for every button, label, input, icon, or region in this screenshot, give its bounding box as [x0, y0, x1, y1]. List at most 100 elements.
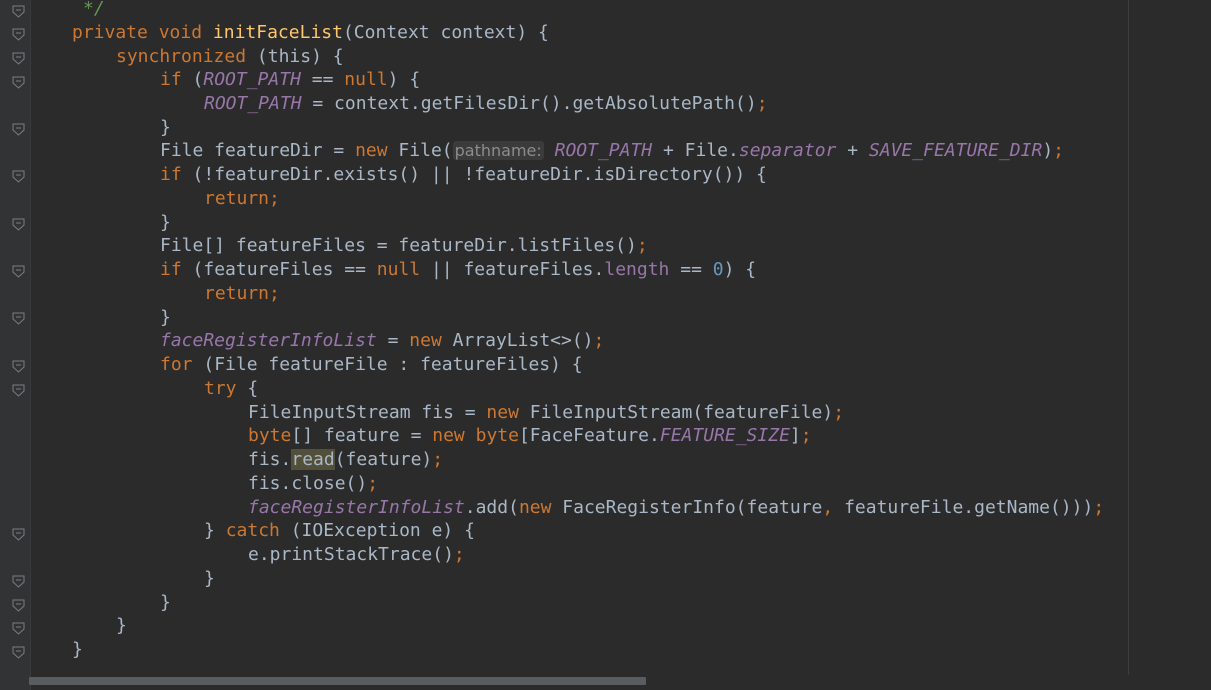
code-token: new [432, 425, 465, 446]
code-token: [] feature = [291, 425, 433, 446]
code-token: ) { [723, 259, 757, 280]
fold-marker-icon[interactable] [12, 5, 25, 18]
code-line-25: } [204, 567, 215, 591]
fold-marker-icon[interactable] [12, 265, 25, 278]
code-token: new [486, 402, 519, 423]
code-token: File featureDir = [160, 140, 356, 161]
right-margin-guide [1128, 0, 1129, 675]
code-token: for [160, 354, 193, 375]
code-token: (this) { [256, 46, 344, 67]
code-token: try [204, 378, 237, 399]
code-line-11: File[] featureFiles = featureDir.listFil… [160, 234, 648, 258]
code-token: byte [248, 425, 292, 446]
fold-marker-icon[interactable] [12, 76, 25, 89]
code-line-27: } [116, 614, 127, 638]
code-token: FileInputStream fis = [248, 402, 487, 423]
fold-marker-icon[interactable] [12, 28, 25, 41]
code-token: ROOT_PATH [203, 69, 301, 90]
fold-marker-icon[interactable] [12, 528, 25, 541]
code-token: new [409, 330, 442, 351]
code-token: [FaceFeature. [518, 425, 660, 446]
fold-marker-icon[interactable] [12, 622, 25, 635]
code-token: ; [453, 544, 465, 565]
code-token: ; [367, 473, 379, 494]
code-token: return [204, 283, 270, 304]
code-line-16: for (File featureFile : featureFiles) { [160, 353, 583, 377]
fold-marker-icon[interactable] [12, 312, 25, 325]
code-token: || featureFiles. [420, 259, 605, 280]
code-line-2: private void initFaceList(Context contex… [72, 21, 549, 45]
code-line-24: e.printStackTrace(); [248, 543, 465, 567]
code-token: File[] featureFiles = featureDir.listFil… [160, 235, 637, 256]
code-token: ArrayList<>() [441, 330, 594, 351]
code-token: FileInputStream(featureFile) [518, 402, 834, 423]
code-line-8: if (!featureDir.exists() || !featureDir.… [160, 163, 767, 187]
fold-marker-icon[interactable] [12, 646, 25, 659]
code-line-6: } [160, 116, 171, 140]
code-token: ] [789, 425, 801, 446]
code-token: fis. [248, 449, 292, 470]
code-token: ; [1053, 140, 1064, 161]
code-token: ROOT_PATH [554, 140, 653, 161]
code-token: (!featureDir.exists() || !featureDir.isD… [181, 164, 767, 185]
code-token: null [376, 259, 421, 280]
code-line-10: } [160, 211, 171, 235]
code-token: if [160, 164, 182, 185]
code-token: faceRegisterInfoList [160, 330, 377, 351]
code-token: faceRegisterInfoList [248, 497, 465, 518]
code-token: ROOT_PATH [204, 93, 302, 114]
code-token: = [376, 330, 410, 351]
code-token: FEATURE_SIZE [659, 425, 790, 446]
fold-marker-icon[interactable] [12, 218, 25, 231]
code-line-26: } [160, 591, 171, 615]
code-line-18: FileInputStream fis = new FileInputStrea… [248, 401, 844, 425]
code-token: ; [269, 188, 280, 209]
code-token: synchronized [116, 46, 247, 67]
code-token: } [160, 117, 171, 138]
code-token: byte [475, 425, 519, 446]
code-token: , [822, 497, 834, 518]
fold-marker-icon[interactable] [12, 360, 25, 373]
code-line-12: if (featureFiles == null || featureFiles… [160, 258, 756, 282]
code-token: ; [432, 449, 444, 470]
code-token: (Context context) { [342, 22, 549, 43]
fold-marker-icon[interactable] [12, 599, 25, 612]
code-line-7: File featureDir = new File(pathname: ROO… [160, 139, 1064, 163]
code-token: } [160, 212, 171, 233]
code-token: null [344, 69, 388, 90]
code-editor[interactable]: */ private void initFaceList(Context con… [31, 0, 1211, 675]
code-token: } [204, 520, 226, 541]
code-token: ; [756, 93, 768, 114]
code-token: if [160, 259, 182, 280]
code-token: + File. [652, 140, 739, 161]
code-token: void [158, 22, 203, 43]
code-line-17: try { [204, 377, 258, 401]
code-token: ; [800, 425, 812, 446]
code-token: FaceRegisterInfo(feature [551, 497, 823, 518]
fold-marker-icon[interactable] [12, 384, 25, 397]
code-token: 0 [712, 259, 724, 280]
code-line-23: } catch (IOException e) { [204, 519, 475, 543]
code-token: fis.close() [248, 473, 368, 494]
code-token: (feature) [334, 449, 433, 470]
horizontal-scrollbar-thumb[interactable] [29, 677, 646, 685]
code-line-21: fis.close(); [248, 472, 378, 496]
code-token: separator [738, 140, 837, 161]
code-token: featureFile.getName())) [833, 497, 1094, 518]
code-token: ) [1042, 140, 1054, 161]
comment-end: */ [83, 0, 105, 19]
fold-marker-icon[interactable] [12, 575, 25, 588]
code-line-20: fis.read(feature); [248, 448, 443, 472]
code-token: } [72, 639, 83, 660]
code-token: (File featureFile : featureFiles) { [192, 354, 583, 375]
fold-marker-icon[interactable] [12, 52, 25, 65]
fold-marker-icon[interactable] [12, 170, 25, 183]
fold-marker-icon[interactable] [12, 123, 25, 136]
method-name: initFaceList [212, 22, 343, 43]
parameter-hint: pathname: [452, 141, 544, 160]
code-token: == [669, 259, 713, 280]
code-line-1: */ [83, 0, 105, 21]
code-token: + [836, 140, 869, 161]
code-token: ; [636, 235, 648, 256]
code-token: new [355, 140, 388, 161]
